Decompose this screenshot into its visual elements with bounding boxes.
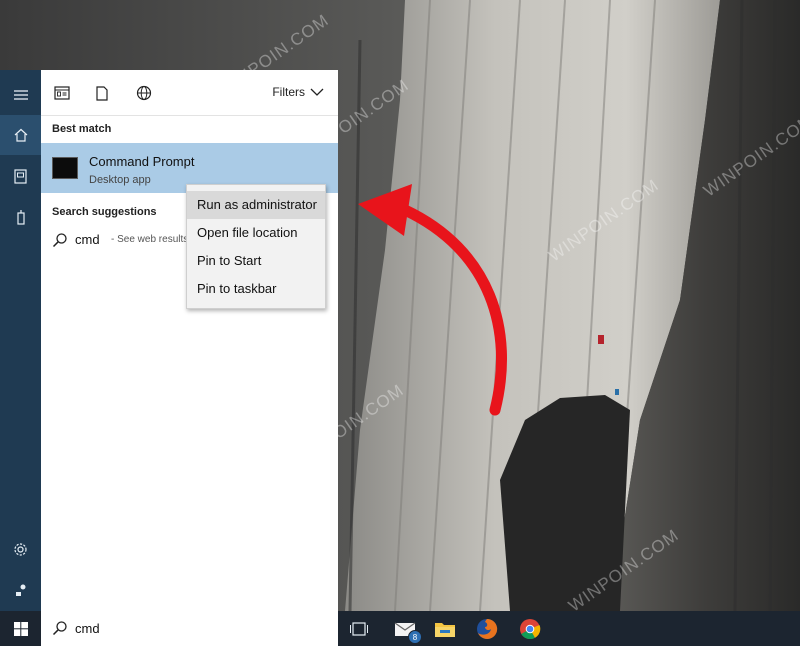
chevron-down-icon [310,88,324,96]
settings-icon[interactable] [0,529,41,569]
mail-icon[interactable]: 8 [392,616,422,644]
menu-item-run-as-administrator[interactable]: Run as administrator [187,191,325,219]
search-filter-bar: Filters [41,70,338,116]
file-explorer-icon[interactable] [432,616,458,642]
menu-item-open-file-location[interactable]: Open file location [187,219,325,247]
command-prompt-icon [52,157,78,179]
menu-item-pin-to-taskbar[interactable]: Pin to taskbar [187,275,325,303]
annotation-arrow [358,184,507,416]
filters-dropdown[interactable]: Filters [272,85,324,99]
apps-filter-icon[interactable] [53,84,71,102]
mail-unread-badge: 8 [408,630,422,644]
filters-label: Filters [272,85,305,99]
suggestion-hint: - See web results [111,234,189,245]
device-icon[interactable] [0,197,41,237]
menu-item-pin-to-start[interactable]: Pin to Start [187,247,325,275]
taskbar-search-box[interactable]: cmd [41,611,338,646]
start-menu-rail [0,70,41,611]
documents-icon[interactable] [0,156,41,196]
suggestion-term: cmd [75,232,100,247]
start-search-panel: Filters Best match Command Prompt Deskto… [41,70,338,611]
hamburger-menu-icon[interactable] [0,75,41,115]
feedback-icon[interactable] [0,570,41,610]
document-filter-icon[interactable] [93,84,111,102]
start-button[interactable] [0,611,41,646]
best-match-subtitle: Desktop app [89,174,151,186]
search-icon [52,621,67,636]
windows-logo-icon [13,621,28,636]
taskbar: cmd 8 [0,611,800,646]
task-view-icon[interactable] [346,616,372,642]
firefox-icon[interactable] [474,616,500,642]
context-menu: Run as administrator Open file location … [186,184,326,309]
web-filter-icon[interactable] [135,84,153,102]
search-suggestions-heading: Search suggestions [52,206,157,218]
best-match-heading: Best match [52,123,112,135]
best-match-title: Command Prompt [89,154,195,169]
chrome-icon[interactable] [517,616,543,642]
search-icon [52,233,67,248]
taskbar-search-text: cmd [75,621,100,636]
home-icon[interactable] [0,115,41,155]
